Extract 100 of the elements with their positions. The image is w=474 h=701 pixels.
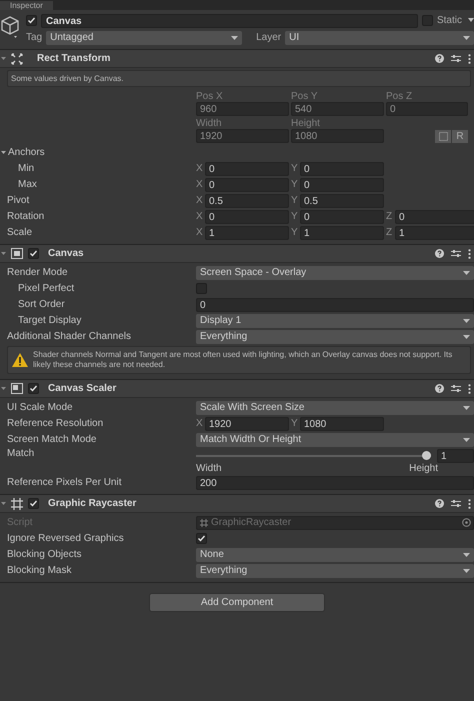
- number-field[interactable]: 0: [196, 298, 474, 312]
- axis-label: X: [196, 227, 202, 238]
- dropdown[interactable]: Screen Space - Overlay: [196, 266, 474, 280]
- property-label: Screen Match Mode: [6, 434, 98, 445]
- number-field[interactable]: 0.5: [300, 194, 384, 208]
- inspector-tab[interactable]: Inspector: [0, 1, 53, 10]
- scaler-icon: [11, 383, 23, 394]
- number-field[interactable]: 0.5: [205, 194, 289, 208]
- help-icon[interactable]: [435, 384, 444, 393]
- caret-icon[interactable]: [468, 18, 474, 23]
- enabled-checkbox[interactable]: [28, 248, 39, 259]
- component-header[interactable]: Canvas: [0, 245, 474, 263]
- help-icon[interactable]: [435, 249, 444, 258]
- layer-dropdown[interactable]: UI: [285, 30, 474, 44]
- dropdown-caret-icon[interactable]: [463, 552, 470, 558]
- component-header[interactable]: Graphic Raycaster: [0, 495, 474, 513]
- number-field[interactable]: 960: [196, 102, 289, 116]
- number-field[interactable]: 1080: [291, 129, 384, 143]
- field-label: Pos Z: [386, 91, 414, 102]
- number-field[interactable]: 0: [395, 210, 474, 224]
- number-field[interactable]: 1: [437, 448, 474, 462]
- number-field[interactable]: 0: [205, 162, 289, 176]
- presets-icon[interactable]: [451, 249, 461, 258]
- slider-min-label: Width: [196, 463, 222, 474]
- number-field[interactable]: 0: [386, 102, 468, 116]
- dropdown-caret-icon[interactable]: [463, 406, 470, 410]
- component-title: Canvas Scaler: [48, 383, 116, 394]
- field-label: Pos Y: [291, 91, 318, 102]
- axis-label: Y: [291, 211, 297, 222]
- add-component-button[interactable]: Add Component: [149, 593, 325, 612]
- foldout-caret-icon[interactable]: [1, 150, 6, 155]
- number-field[interactable]: 1: [205, 226, 289, 240]
- info-message: Some values driven by Canvas.: [7, 70, 471, 87]
- slider-thumb[interactable]: [422, 451, 431, 460]
- kebab-menu-icon[interactable]: [468, 248, 471, 258]
- presets-icon[interactable]: [451, 54, 461, 63]
- blueprint-mode-button[interactable]: [435, 130, 451, 143]
- dropdown[interactable]: Display 1: [196, 314, 474, 328]
- help-icon[interactable]: [435, 54, 444, 63]
- axis-label: Y: [291, 163, 297, 174]
- axis-label: Z: [386, 211, 392, 222]
- number-field[interactable]: 1080: [300, 416, 384, 430]
- kebab-menu-icon[interactable]: [468, 54, 471, 64]
- axis-label: Y: [291, 179, 297, 190]
- property-label: Blocking Mask: [6, 565, 72, 576]
- axis-label: Y: [291, 195, 297, 206]
- presets-icon[interactable]: [451, 499, 461, 508]
- enabled-checkbox[interactable]: [28, 498, 39, 509]
- property-label: Scale: [6, 227, 34, 238]
- foldout-caret-icon[interactable]: [1, 386, 6, 391]
- component-title: Rect Transform: [37, 53, 110, 64]
- dropdown-caret-icon[interactable]: [463, 318, 470, 324]
- property-label: Additional Shader Channels: [6, 331, 132, 342]
- dropdown-caret-icon[interactable]: [463, 568, 470, 574]
- static-label: Static: [436, 15, 462, 26]
- presets-icon[interactable]: [451, 384, 461, 393]
- number-field[interactable]: 1: [300, 226, 384, 240]
- kebab-menu-icon[interactable]: [468, 498, 471, 508]
- number-field[interactable]: 1920: [196, 129, 289, 143]
- static-checkbox[interactable]: [422, 15, 433, 26]
- raycaster-icon: [11, 498, 23, 510]
- number-field[interactable]: 0: [205, 178, 289, 192]
- number-field[interactable]: 1920: [205, 416, 289, 430]
- component-header[interactable]: Canvas Scaler: [0, 380, 474, 398]
- object-name-field[interactable]: Canvas: [41, 14, 418, 28]
- enabled-checkbox[interactable]: [28, 383, 39, 394]
- foldout-caret-icon[interactable]: [1, 251, 6, 256]
- axis-label: Y: [291, 227, 297, 238]
- dropdown[interactable]: Everything: [196, 564, 474, 578]
- property-label: Reference Resolution: [6, 418, 104, 429]
- dropdown[interactable]: Everything: [196, 330, 474, 344]
- number-field[interactable]: 0: [205, 210, 289, 224]
- kebab-menu-icon[interactable]: [468, 384, 471, 394]
- number-field[interactable]: 0: [300, 178, 384, 192]
- number-field[interactable]: 200: [196, 476, 474, 490]
- foldout-caret-icon[interactable]: [1, 501, 6, 506]
- help-icon[interactable]: [435, 499, 444, 508]
- component-title: Graphic Raycaster: [48, 498, 136, 509]
- number-field[interactable]: 0: [300, 210, 384, 224]
- dropdown-caret-icon[interactable]: [463, 334, 470, 340]
- foldout-caret-icon[interactable]: [1, 56, 6, 61]
- active-checkbox[interactable]: [26, 15, 37, 26]
- dropdown-caret-icon[interactable]: [463, 36, 470, 40]
- checkbox[interactable]: [196, 283, 207, 294]
- property-label: Rotation: [6, 211, 46, 222]
- tag-dropdown[interactable]: Untagged: [46, 30, 242, 44]
- number-field[interactable]: 1: [395, 226, 474, 240]
- number-field[interactable]: 540: [291, 102, 384, 116]
- dropdown[interactable]: Match Width Or Height: [196, 432, 474, 446]
- property-label: Match: [6, 448, 36, 459]
- axis-label: Z: [386, 227, 392, 238]
- number-field[interactable]: 0: [300, 162, 384, 176]
- checkbox[interactable]: [196, 533, 207, 544]
- component-header[interactable]: Rect Transform: [0, 50, 474, 68]
- dropdown-caret-icon[interactable]: [231, 36, 238, 40]
- property-label: Reference Pixels Per Unit: [6, 477, 122, 488]
- dropdown[interactable]: None: [196, 548, 474, 562]
- dropdown-caret-icon[interactable]: [463, 270, 470, 276]
- dropdown-caret-icon[interactable]: [463, 438, 470, 442]
- dropdown[interactable]: Scale With Screen Size: [196, 400, 474, 414]
